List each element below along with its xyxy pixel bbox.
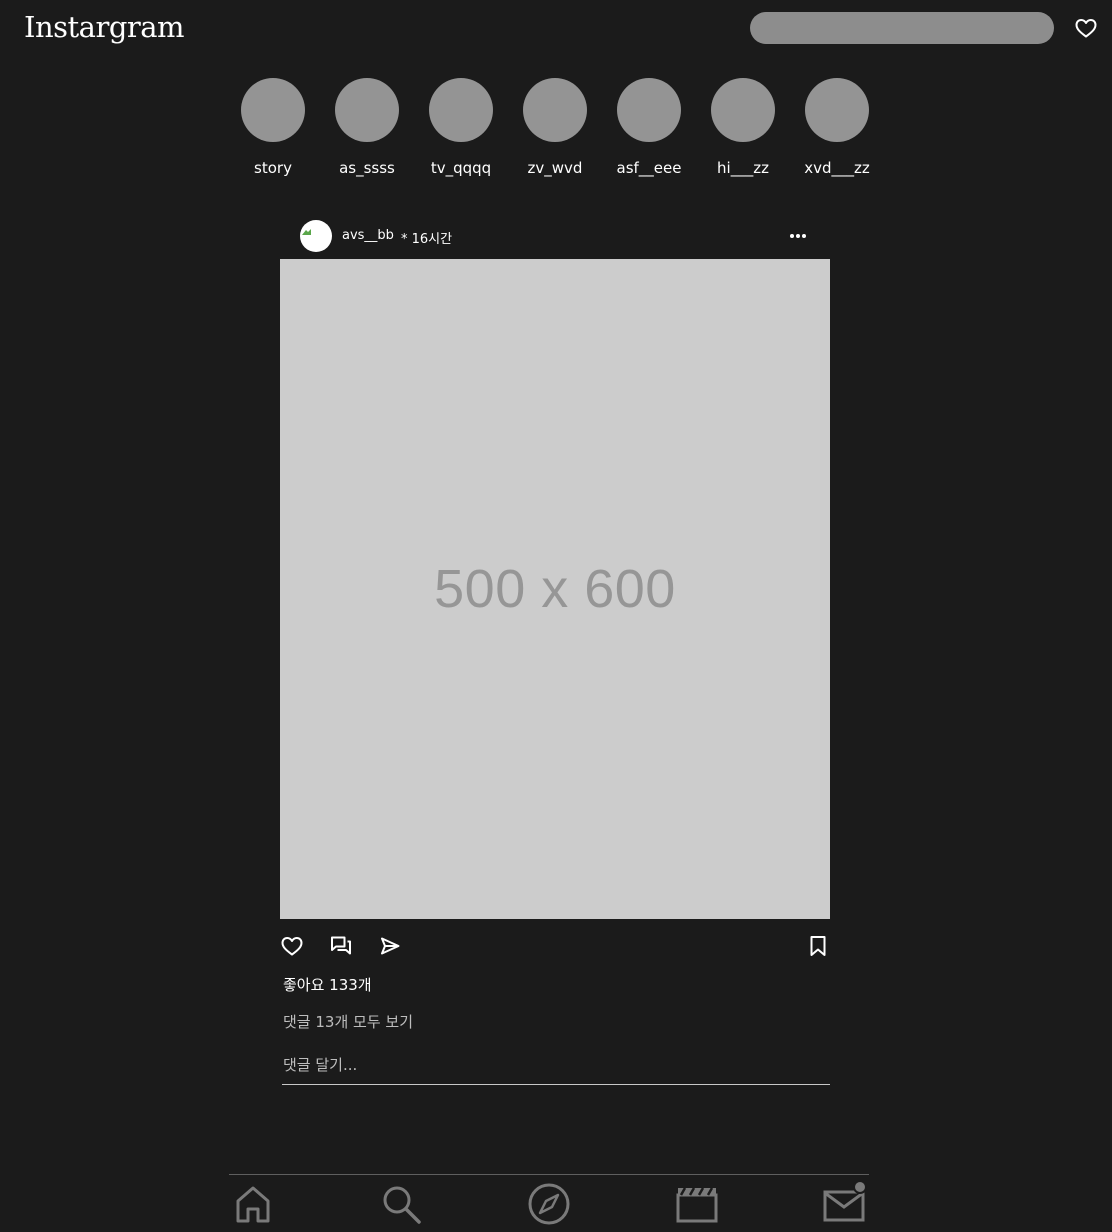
story-label: xvd___zz	[804, 159, 870, 177]
reels-icon[interactable]	[675, 1182, 719, 1226]
story-label: zv_wvd	[527, 159, 583, 177]
story-item[interactable]: hi___zz	[696, 78, 790, 177]
post-header: avs__bb * 16시간	[280, 219, 830, 253]
search-input[interactable]	[750, 12, 1054, 44]
home-icon[interactable]	[231, 1182, 275, 1226]
post-time: * 16시간	[401, 232, 453, 247]
like-icon[interactable]	[280, 934, 304, 958]
bottom-nav	[229, 1174, 869, 1232]
story-label: as_ssss	[339, 159, 395, 177]
story-avatar[interactable]	[617, 78, 681, 142]
story-label: hi___zz	[717, 159, 769, 177]
comment-input[interactable]	[282, 1046, 830, 1085]
view-all-comments-link[interactable]: 댓글 13개 모두 보기	[283, 1011, 413, 1032]
story-item[interactable]: as_ssss	[320, 78, 414, 177]
share-icon[interactable]	[378, 934, 402, 958]
comment-icon[interactable]	[329, 934, 353, 958]
image-placeholder-text: 500 x 600	[434, 559, 676, 619]
post-author-avatar[interactable]	[300, 220, 332, 252]
post-image[interactable]: 500 x 600	[280, 259, 830, 919]
post-username[interactable]: avs__bb	[342, 228, 394, 243]
more-options-icon[interactable]	[788, 228, 808, 244]
broken-image-icon	[302, 229, 311, 235]
story-label: story	[254, 159, 292, 177]
bookmark-icon[interactable]	[806, 934, 830, 958]
story-item[interactable]: zv_wvd	[508, 78, 602, 177]
story-avatar[interactable]	[805, 78, 869, 142]
app-logo[interactable]: Instargram	[24, 10, 185, 44]
story-item[interactable]: story	[226, 78, 320, 177]
story-label: asf__eee	[616, 159, 682, 177]
story-avatar[interactable]	[429, 78, 493, 142]
story-avatar[interactable]	[335, 78, 399, 142]
story-item[interactable]: xvd___zz	[790, 78, 884, 177]
likes-count: 좋아요 133개	[283, 976, 372, 994]
page: Instargram story as_ssss tv_qqqq zv_wvd …	[0, 0, 1112, 1232]
story-avatar[interactable]	[711, 78, 775, 142]
story-item[interactable]: tv_qqqq	[414, 78, 508, 177]
story-avatar[interactable]	[241, 78, 305, 142]
stories-bar: story as_ssss tv_qqqq zv_wvd asf__eee hi…	[226, 78, 884, 177]
story-label: tv_qqqq	[430, 159, 492, 177]
mail-icon[interactable]	[823, 1182, 867, 1226]
search-icon[interactable]	[379, 1182, 423, 1226]
heart-icon[interactable]	[1074, 16, 1098, 40]
story-item[interactable]: asf__eee	[602, 78, 696, 177]
story-avatar[interactable]	[523, 78, 587, 142]
compass-icon[interactable]	[527, 1182, 571, 1226]
